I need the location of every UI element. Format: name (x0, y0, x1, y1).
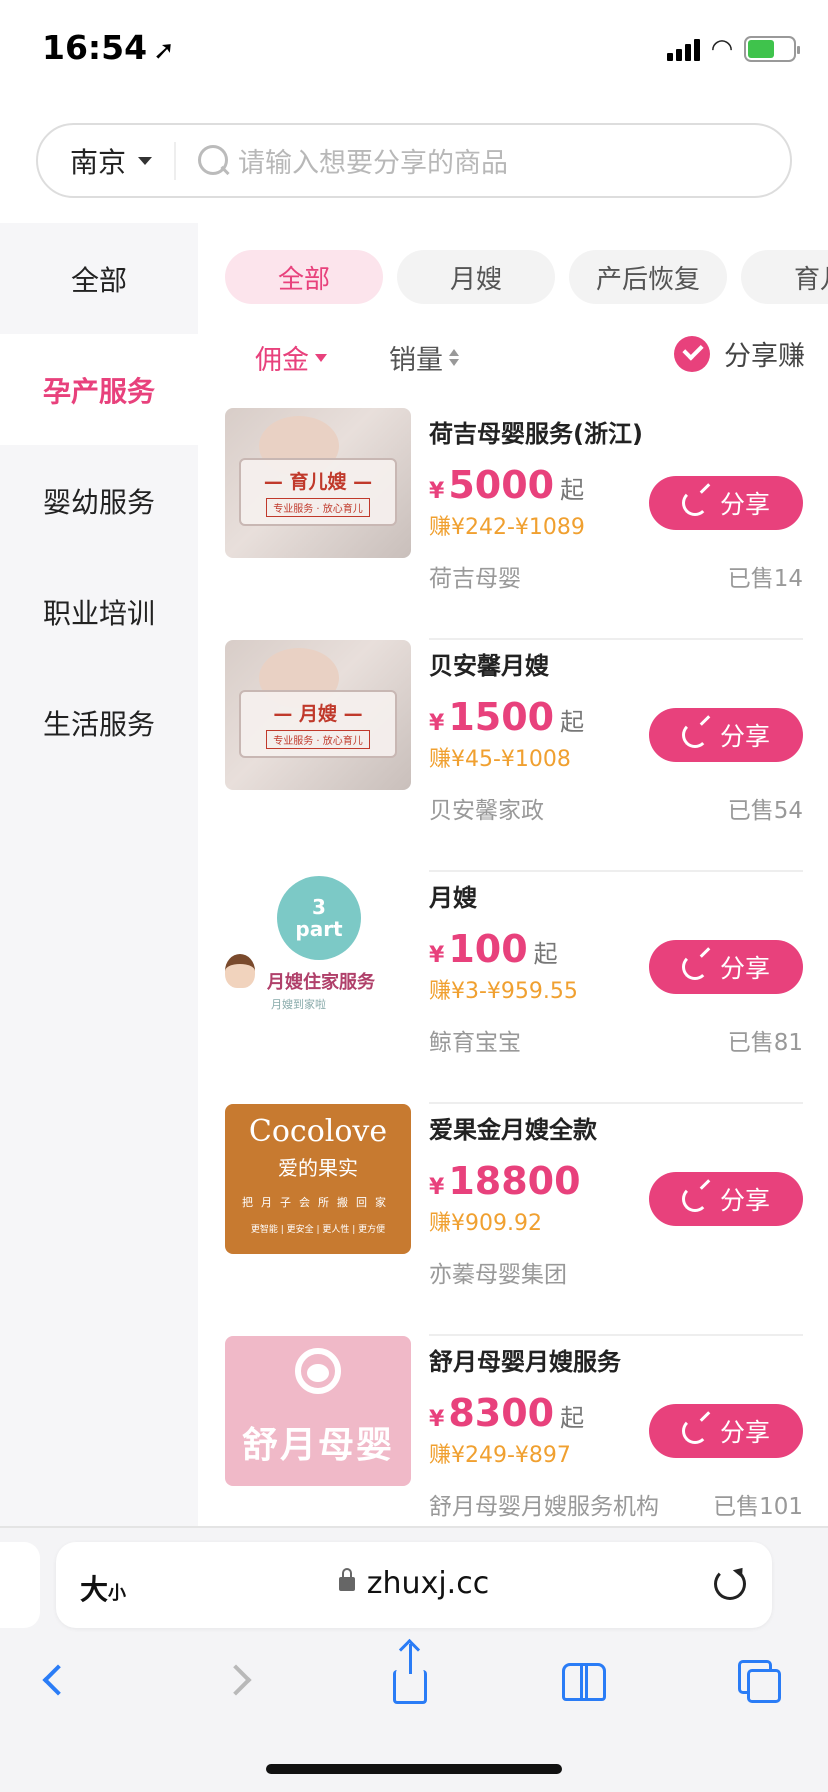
lock-icon (338, 1568, 355, 1591)
back-button[interactable] (28, 1650, 88, 1710)
tab-yuesao[interactable]: 月嫂 (397, 250, 555, 304)
product-sold: 已售54 (727, 798, 803, 824)
product-name: 爱果金月嫂全款 (429, 1116, 597, 1144)
caret-down-icon (315, 353, 327, 362)
product-name: 月嫂 (429, 884, 477, 912)
sidebar-item-infant[interactable]: 婴幼服务 (0, 445, 198, 556)
previous-tab-edge[interactable] (0, 1542, 40, 1628)
home-indicator[interactable] (266, 1764, 562, 1774)
share-earn-toggle[interactable]: 分享赚 (674, 334, 805, 373)
battery-icon (744, 36, 800, 62)
status-time: 16:54 ➚ (42, 28, 175, 67)
search-icon (198, 144, 230, 177)
wifi-icon: ◠ (712, 34, 732, 64)
search-bar: 南京 请输入想要分享的商品 (36, 123, 792, 198)
product-item[interactable]: — 月嫂 — 专业服务 · 放心育儿 贝安馨月嫂 ¥1500 起 赚¥45-¥100… (225, 640, 803, 872)
share-icon (681, 954, 708, 980)
share-button[interactable]: 分享 (649, 1172, 803, 1226)
share-icon (681, 1418, 708, 1444)
product-thumbnail: 3 part 月嫂住家服务 月嫂到家啦 (225, 872, 411, 1022)
product-item[interactable]: — 育儿嫂 — 专业服务 · 放心育儿 荷吉母婴服务(浙江) ¥5000 起 赚¥2… (225, 408, 803, 640)
product-name: 贝安馨月嫂 (429, 652, 549, 680)
city-selector[interactable]: 南京 (38, 141, 177, 180)
address-bar[interactable]: 大小 zhuxj.cc (56, 1542, 772, 1628)
book-icon (562, 1663, 606, 1701)
share-button[interactable]: 分享 (649, 940, 803, 994)
status-bar: 16:54 ➚ ◠ (0, 0, 828, 100)
tabs-icon (738, 1660, 781, 1703)
sort-arrows-icon (449, 349, 459, 366)
sidebar-item-maternity[interactable]: 孕产服务 (0, 334, 198, 445)
share-icon (393, 1644, 427, 1704)
share-icon (681, 1186, 708, 1212)
product-name: 舒月母婴月嫂服务 (429, 1348, 621, 1376)
sort-row: 佣金 销量 分享赚 (225, 330, 805, 380)
reload-icon[interactable] (714, 1568, 746, 1600)
product-seller: 舒月母婴月嫂服务机构 (429, 1494, 659, 1520)
tab-postpartum[interactable]: 产后恢复 (569, 250, 727, 304)
product-list: — 育儿嫂 — 专业服务 · 放心育儿 荷吉母婴服务(浙江) ¥5000 起 赚¥2… (225, 408, 803, 1568)
sidebar-item-training[interactable]: 职业培训 (0, 556, 198, 667)
product-thumbnail: Cocolove 爱的果实 把月子会所搬回家 更智能 | 更安全 | 更人性 |… (225, 1104, 411, 1254)
url-display[interactable]: zhuxj.cc (56, 1566, 772, 1601)
product-seller: 荷吉母婴 (429, 566, 521, 592)
product-sold: 已售14 (727, 566, 803, 592)
share-button[interactable]: 分享 (649, 1404, 803, 1458)
share-button[interactable]: 分享 (649, 476, 803, 530)
product-item[interactable]: Cocolove 爱的果实 把月子会所搬回家 更智能 | 更安全 | 更人性 |… (225, 1104, 803, 1336)
share-page-button[interactable] (380, 1644, 440, 1710)
location-arrow-icon: ➚ (153, 36, 175, 66)
browser-toolbar (0, 1640, 828, 1720)
sidebar-item-all[interactable]: 全部 (0, 223, 198, 334)
tabs-button[interactable] (728, 1650, 788, 1710)
forward-button[interactable] (206, 1650, 266, 1710)
product-thumbnail: — 月嫂 — 专业服务 · 放心育儿 (225, 640, 411, 790)
cellular-signal-icon (667, 37, 700, 61)
product-item[interactable]: 3 part 月嫂住家服务 月嫂到家啦 月嫂 ¥100 起 赚¥3-¥959.55 … (225, 872, 803, 1104)
product-seller: 贝安馨家政 (429, 798, 544, 824)
city-label: 南京 (70, 145, 127, 179)
search-input[interactable]: 请输入想要分享的商品 (238, 141, 508, 180)
category-sidebar: 全部 孕产服务 婴幼服务 职业培训 生活服务 (0, 223, 198, 1526)
caret-down-icon (138, 156, 153, 165)
category-tabs: 全部月嫂产后恢复育儿 (225, 250, 828, 306)
tab-parenting[interactable]: 育儿 (741, 250, 828, 304)
share-icon (681, 490, 708, 516)
bookmarks-button[interactable] (554, 1650, 614, 1710)
product-sold: 已售81 (727, 1030, 803, 1056)
sidebar-item-life[interactable]: 生活服务 (0, 667, 198, 778)
product-thumbnail: — 育儿嫂 — 专业服务 · 放心育儿 (225, 408, 411, 558)
share-icon (681, 722, 708, 748)
product-seller: 鲸育宝宝 (429, 1030, 521, 1056)
chevron-left-icon (42, 1664, 74, 1696)
status-icons: ◠ (667, 34, 800, 64)
product-sold: 已售101 (713, 1494, 803, 1520)
checkmark-icon (674, 335, 710, 372)
sort-by-commission[interactable]: 佣金 (255, 338, 327, 377)
sort-by-sales[interactable]: 销量 (389, 338, 459, 377)
chevron-right-icon (220, 1664, 252, 1696)
product-thumbnail: 舒月母婴 (225, 1336, 411, 1486)
product-name: 荷吉母婴服务(浙江) (429, 420, 643, 448)
share-button[interactable]: 分享 (649, 708, 803, 762)
product-seller: 亦蓁母婴集团 (429, 1262, 567, 1288)
tab-all[interactable]: 全部 (225, 250, 383, 304)
